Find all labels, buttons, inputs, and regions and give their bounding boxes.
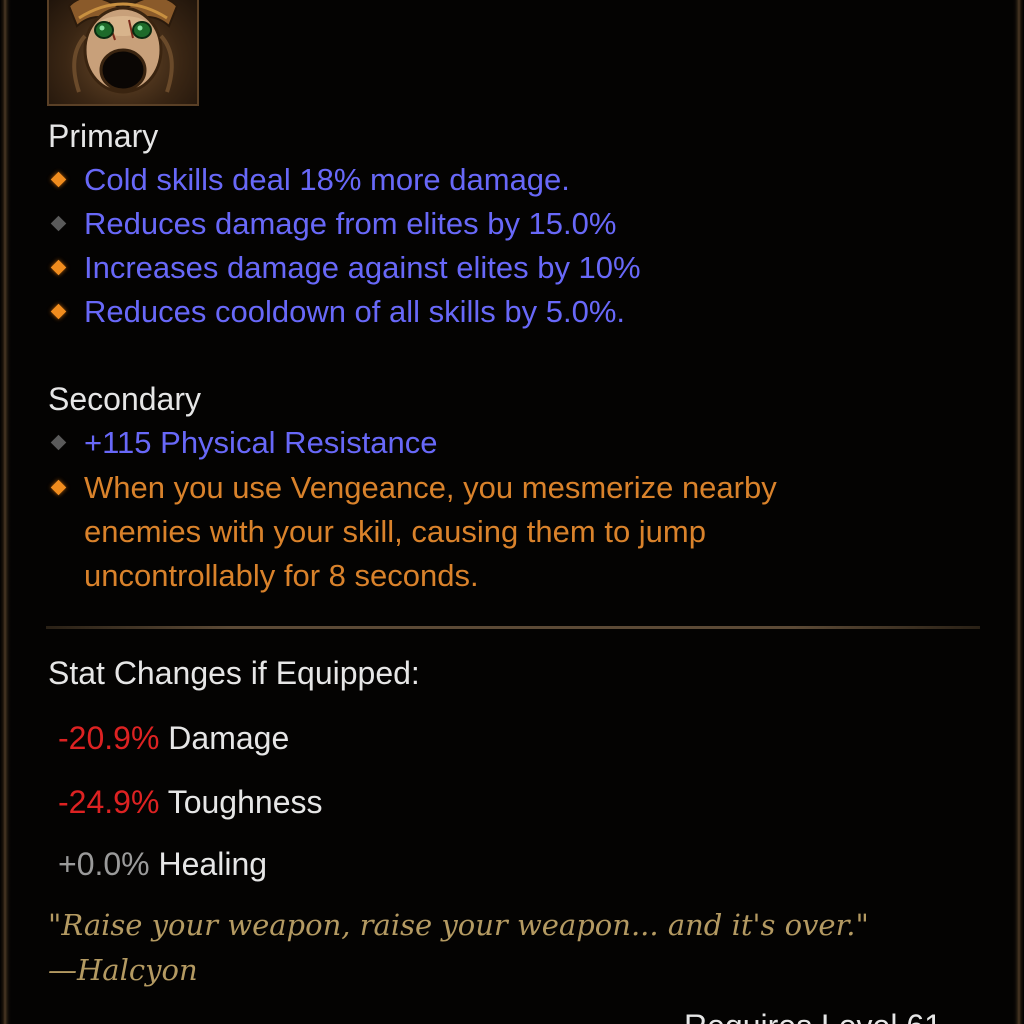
affix-text: Reduces damage from elites by 15.0% — [84, 206, 617, 241]
secondary-affix-1: +115 Physical Resistance — [48, 421, 984, 465]
flavor-quote: "Raise your weapon, raise your weapon...… — [48, 908, 869, 942]
stat-name: Healing — [158, 846, 268, 882]
tooltip-border-left — [0, 0, 12, 1024]
tooltip-border-right — [1012, 0, 1024, 1024]
primary-affix-2: Reduces damage from elites by 15.0% — [48, 202, 984, 246]
affix-text: Increases damage against elites by 10% — [84, 250, 641, 285]
stat-changes-title: Stat Changes if Equipped: — [48, 655, 420, 691]
stat-value: -24.9% — [58, 784, 160, 820]
item-tooltip: Primary Cold skills deal 18% more damage… — [0, 0, 1024, 1024]
secondary-label: Secondary — [48, 381, 201, 417]
affix-text: Cold skills deal 18% more damage. — [84, 162, 570, 197]
primary-affix-1: Cold skills deal 18% more damage. — [48, 158, 984, 202]
stat-name: Damage — [168, 720, 290, 756]
primary-affix-4: Reduces cooldown of all skills by 5.0%. — [48, 290, 984, 334]
stat-row-toughness: -24.9% Toughness — [58, 786, 322, 818]
secondary-affix-2: When you use Vengeance, you mesmerize ne… — [48, 466, 894, 598]
section-divider — [46, 626, 980, 629]
affix-text: When you use Vengeance, you mesmerize ne… — [84, 470, 777, 593]
stat-row-healing: +0.0% Healing — [58, 848, 267, 880]
primary-affix-3: Increases damage against elites by 10% — [48, 246, 984, 290]
mask-helm-icon — [67, 0, 179, 94]
primary-label: Primary — [48, 118, 159, 154]
stat-value: -20.9% — [58, 720, 160, 756]
stat-value: +0.0% — [58, 846, 150, 882]
stat-name: Toughness — [167, 784, 323, 820]
affix-text: +115 Physical Resistance — [84, 425, 438, 460]
flavor-author: —Halcyon — [48, 953, 198, 987]
affix-text: Reduces cooldown of all skills by 5.0%. — [84, 294, 626, 329]
item-portrait — [47, 0, 199, 106]
stat-row-damage: -20.9% Damage — [58, 722, 289, 754]
required-level-text: Requires Level 61 — [684, 1008, 942, 1024]
